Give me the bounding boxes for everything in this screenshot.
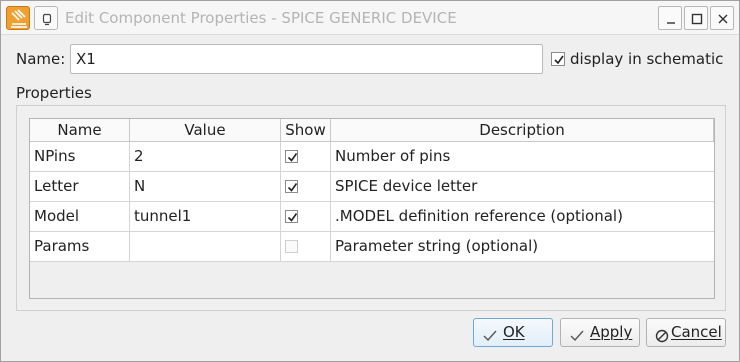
row-value-cell[interactable]: tunnel1 (130, 202, 281, 231)
pin-icon[interactable] (34, 6, 58, 30)
name-label: Name: (16, 50, 66, 68)
column-header-name[interactable]: Name (30, 119, 130, 141)
cancel-icon (655, 325, 669, 352)
row-description-cell[interactable]: Number of pins (331, 142, 714, 171)
check-icon (569, 325, 585, 352)
title-bar[interactable]: Edit Component Properties - SPICE GENERI… (1, 1, 739, 35)
cancel-button[interactable]: Cancel (646, 318, 726, 347)
ok-button[interactable]: OK (473, 318, 553, 347)
display-in-schematic-label[interactable]: display in schematic (570, 50, 723, 68)
show-checkbox[interactable] (285, 240, 298, 253)
row-value-cell[interactable]: 2 (130, 142, 281, 171)
display-in-schematic-checkbox[interactable] (551, 52, 565, 66)
check-icon (482, 325, 498, 352)
row-show-cell[interactable] (281, 172, 331, 201)
close-icon[interactable] (710, 6, 734, 30)
apply-button[interactable]: Apply (560, 318, 640, 347)
row-name-cell[interactable]: Params (30, 232, 130, 261)
apply-button-label: Apply (590, 323, 633, 341)
column-header-show[interactable]: Show (281, 119, 331, 141)
row-name-cell[interactable]: NPins (30, 142, 130, 171)
row-value-cell[interactable] (130, 232, 281, 261)
properties-table[interactable]: Name Value Show Description NPins 2 Numb… (29, 118, 715, 299)
table-row[interactable]: NPins 2 Number of pins (30, 142, 714, 172)
row-description-cell[interactable]: SPICE device letter (331, 172, 714, 201)
column-header-description[interactable]: Description (331, 119, 714, 141)
row-show-cell[interactable] (281, 142, 331, 171)
dialog-window: Edit Component Properties - SPICE GENERI… (0, 0, 740, 362)
window-title: Edit Component Properties - SPICE GENERI… (65, 9, 457, 27)
row-description-cell[interactable]: Parameter string (optional) (331, 232, 714, 261)
row-show-cell[interactable] (281, 202, 331, 231)
show-checkbox[interactable] (285, 210, 298, 223)
column-header-value[interactable]: Value (130, 119, 281, 141)
table-row[interactable]: Letter N SPICE device letter (30, 172, 714, 202)
table-row[interactable]: Model tunnel1 .MODEL definition referenc… (30, 202, 714, 232)
table-header: Name Value Show Description (30, 119, 714, 142)
table-row[interactable]: Params Parameter string (optional) (30, 232, 714, 262)
row-value-cell[interactable]: N (130, 172, 281, 201)
row-name-cell[interactable]: Letter (30, 172, 130, 201)
properties-group: Name Value Show Description NPins 2 Numb… (16, 105, 726, 311)
name-input[interactable] (70, 44, 543, 74)
maximize-icon[interactable] (684, 6, 708, 30)
dialog-content: Name: display in schematic Properties Na… (1, 36, 739, 361)
show-checkbox[interactable] (285, 180, 298, 193)
cancel-button-label: Cancel (671, 323, 722, 341)
properties-label: Properties (16, 84, 92, 102)
minimize-icon[interactable] (658, 6, 682, 30)
row-name-cell[interactable]: Model (30, 202, 130, 231)
show-checkbox[interactable] (285, 150, 298, 163)
row-show-cell[interactable] (281, 232, 331, 261)
row-description-cell[interactable]: .MODEL definition reference (optional) (331, 202, 714, 231)
ok-button-label: OK (503, 323, 525, 341)
app-icon[interactable] (6, 6, 30, 30)
